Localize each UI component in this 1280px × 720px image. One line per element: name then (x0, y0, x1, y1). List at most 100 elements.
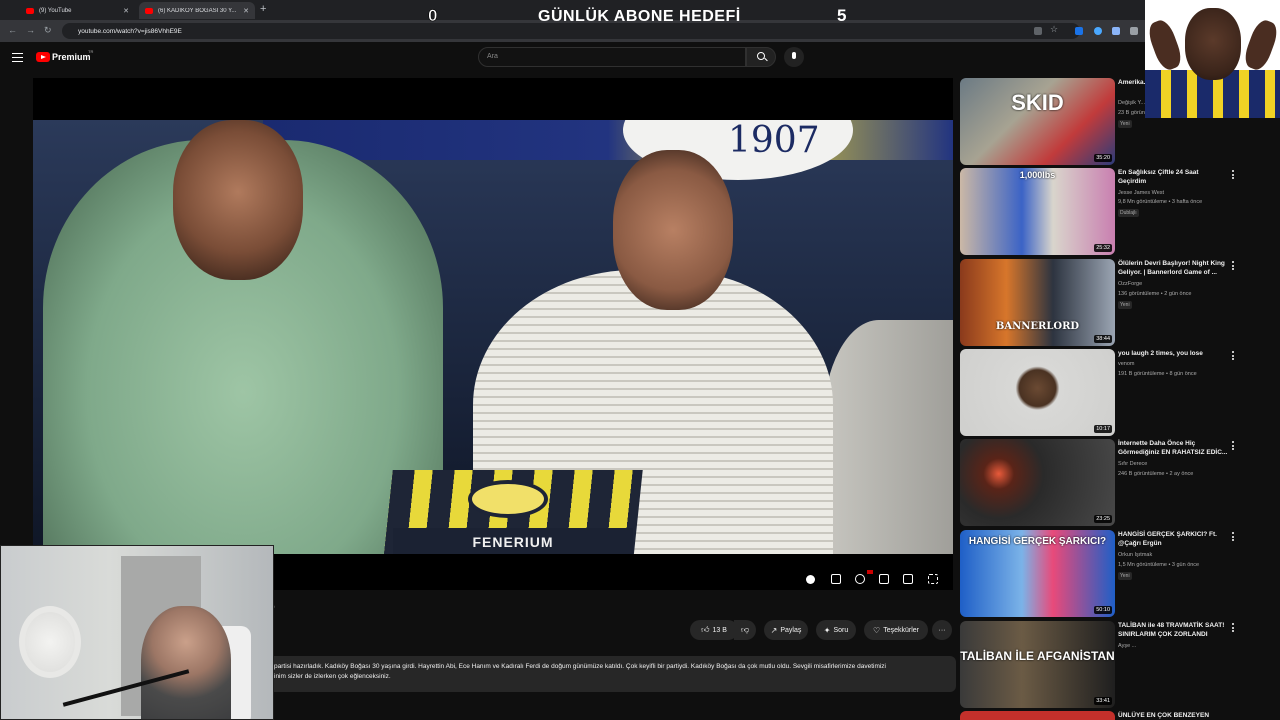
video-description[interactable]: partisi hazırladık. Kadıköy Boğası 30 ya… (266, 656, 956, 692)
more-options-icon[interactable] (1232, 441, 1235, 451)
cast-icon[interactable] (903, 574, 913, 584)
channel-name[interactable]: Değişik Y... (1118, 100, 1145, 106)
video-meta: 136 görüntüleme • 2 gün önce (1118, 291, 1192, 297)
youtube-favicon-icon (26, 7, 34, 14)
extension-icon[interactable] (1075, 27, 1083, 35)
dislike-button[interactable]: 👎︎ (734, 620, 756, 640)
extensions-puzzle-icon[interactable] (1130, 27, 1138, 35)
video-thumbnail[interactable]: 23:25 (960, 439, 1115, 526)
video-title[interactable]: you laugh 2 times, you lose (1118, 349, 1228, 358)
recommended-video[interactable]: TALİBAN İLE AFGANİSTAN 33:41 TALİBAN ile… (960, 621, 1260, 711)
search-input[interactable]: Ara (478, 47, 746, 67)
goal-target-count: 5 (837, 6, 847, 25)
extension-icon[interactable] (1112, 27, 1120, 35)
channel-name[interactable]: Sıfır Derece (1118, 461, 1147, 467)
back-icon[interactable]: ← (8, 25, 17, 35)
reload-icon[interactable]: ↻ (44, 25, 52, 36)
more-options-icon[interactable] (1232, 170, 1235, 180)
new-tab-icon[interactable]: + (260, 3, 266, 15)
streamer-facecam (1145, 0, 1280, 118)
video-thumbnail[interactable]: 1,000lbs 25:32 (960, 168, 1115, 255)
video-actions: 👍︎ 13 B 👎︎ ↗ Paylaş ✦ Soru ♡ Teşekkürler… (690, 620, 955, 640)
video-thumbnail[interactable]: 10:17 (960, 349, 1115, 436)
duration-badge: 10:17 (1094, 425, 1112, 433)
autoplay-toggle-icon[interactable] (806, 575, 815, 584)
video-thumbnail[interactable]: HANGİSİ GERÇEK ŞARKICI? 50:10 (960, 530, 1115, 617)
video-meta: 1,5 Mn görüntüleme • 3 gün önce (1118, 562, 1200, 568)
video-thumbnail[interactable] (960, 711, 1115, 720)
more-options-icon[interactable] (1232, 532, 1235, 542)
youtube-header: Premium TR Ara (0, 42, 1280, 74)
close-tab-icon[interactable]: ✕ (123, 7, 129, 15)
more-options-icon[interactable] (1232, 623, 1235, 633)
scene-person-edge (823, 320, 953, 554)
video-title[interactable]: İnternette Daha Önce Hiç Görmediğiniz EN… (1118, 439, 1228, 457)
channel-name[interactable]: Ayşe ... (1118, 643, 1136, 649)
video-thumbnail[interactable]: SKID 35:20 (960, 78, 1115, 165)
miniplayer-icon[interactable] (879, 574, 889, 584)
video-title[interactable]: En Sağlıksız Çiftle 24 Saat Geçirdim (1118, 168, 1228, 186)
channel-name[interactable]: venom (1118, 361, 1135, 367)
hamburger-menu-icon[interactable] (12, 53, 23, 62)
share-button[interactable]: ↗ Paylaş (764, 620, 808, 640)
webcam-fan (19, 606, 81, 678)
search-button[interactable] (746, 47, 776, 67)
recommended-video[interactable]: HANGİSİ GERÇEK ŞARKICI? 50:10 HANGİSİ GE… (960, 530, 1260, 620)
close-tab-icon[interactable]: ✕ (243, 7, 249, 15)
ask-button[interactable]: ✦ Soru (816, 620, 856, 640)
thumbnail-text: TALİBAN İLE AFGANİSTAN (960, 649, 1115, 663)
video-meta: 191 B görüntüleme • 8 gün önce (1118, 371, 1197, 377)
recommended-video[interactable]: 1,000lbs 25:32 En Sağlıksız Çiftle 24 Sa… (960, 168, 1260, 258)
video-thumbnail[interactable]: TALİBAN İLE AFGANİSTAN 33:41 (960, 621, 1115, 708)
url-text: youtube.com/watch?v=jis86VhhE9E (78, 27, 182, 35)
fullscreen-icon[interactable] (928, 574, 938, 584)
more-options-icon[interactable] (1232, 351, 1235, 361)
extension-icon[interactable] (1094, 27, 1102, 35)
channel-name[interactable]: OzzForge (1118, 281, 1142, 287)
voice-search-mic-icon[interactable] (784, 47, 804, 67)
recommended-video[interactable]: BANNERLORD 38:44 Ölülerin Devri Başlıyor… (960, 259, 1260, 349)
goal-title: GÜNLÜK ABONE HEDEFİ (538, 8, 741, 25)
share-label: Paylaş (780, 626, 802, 634)
video-title[interactable]: TALİBAN ile 48 TRAVMATİK SAAT! SINIRLARI… (1118, 621, 1228, 639)
scene-person-right-head (613, 150, 733, 310)
browser-tab-youtube[interactable]: (9) YouTube ✕ (20, 2, 135, 19)
thanks-heart-icon: ♡ (873, 625, 881, 635)
facecam-hand-right (1241, 17, 1280, 73)
youtube-logo-icon[interactable] (36, 52, 50, 62)
premium-logo-text[interactable]: Premium (52, 52, 91, 62)
description-line: inim sizler de izlerken çok eğlenceksini… (274, 673, 391, 680)
more-actions-button[interactable]: ··· (932, 620, 952, 640)
more-options-icon[interactable] (1232, 261, 1235, 271)
more-horizontal-icon: ··· (938, 626, 946, 634)
video-title[interactable]: Ölülerin Devri Başlıyor! Night King Geli… (1118, 259, 1228, 277)
extension-icon[interactable] (1034, 27, 1042, 35)
thanks-button[interactable]: ♡ Teşekkürler (864, 620, 928, 640)
video-thumbnail[interactable]: BANNERLORD 38:44 (960, 259, 1115, 346)
bookmark-star-icon[interactable]: ☆ (1050, 24, 1058, 35)
video-player[interactable]: 1907 FENERIUM (33, 78, 953, 590)
tab-label: (9) YouTube (39, 7, 72, 14)
video-title[interactable]: HANGİSİ GERÇEK ŞARKICI? Ft. @Çağrı Ergün (1118, 530, 1228, 548)
browser-tab-video[interactable]: (6) KADIKÖY BOĞASI 30 Y... ✕ (139, 2, 255, 19)
subtitles-icon[interactable] (831, 574, 841, 584)
video-frame[interactable]: 1907 FENERIUM (33, 120, 953, 554)
new-badge: Yeni (1118, 120, 1132, 128)
forward-icon[interactable]: → (26, 25, 35, 35)
scene-gift-label: FENERIUM (393, 528, 633, 554)
recommended-video[interactable]: 23:25 İnternette Daha Önce Hiç Görmediği… (960, 439, 1260, 529)
channel-name[interactable]: Orkun Işıtmak (1118, 552, 1152, 558)
thumbnail-text: BANNERLORD (995, 321, 1080, 332)
thumbs-down-icon: 👎︎ (740, 625, 750, 634)
subscriber-goal-overlay: 0 GÜNLÜK ABONE HEDEFİ 5 (400, 0, 870, 36)
like-button[interactable]: 👍︎ 13 B (690, 620, 738, 640)
recommended-video[interactable]: 10:17 you laugh 2 times, you lose venom … (960, 349, 1260, 439)
thumbnail-text: 1,000lbs (1019, 170, 1056, 180)
ask-label: Soru (833, 626, 849, 634)
video-title[interactable]: ÜNLÜYE EN ÇOK BENZEYEN (1118, 711, 1228, 720)
settings-gear-icon[interactable] (855, 574, 865, 584)
hd-badge-icon (867, 570, 873, 574)
duration-badge: 35:20 (1094, 154, 1112, 162)
recommended-video[interactable]: ÜNLÜYE EN ÇOK BENZEYEN (960, 711, 1260, 720)
channel-name[interactable]: Jesse James West (1118, 190, 1164, 196)
